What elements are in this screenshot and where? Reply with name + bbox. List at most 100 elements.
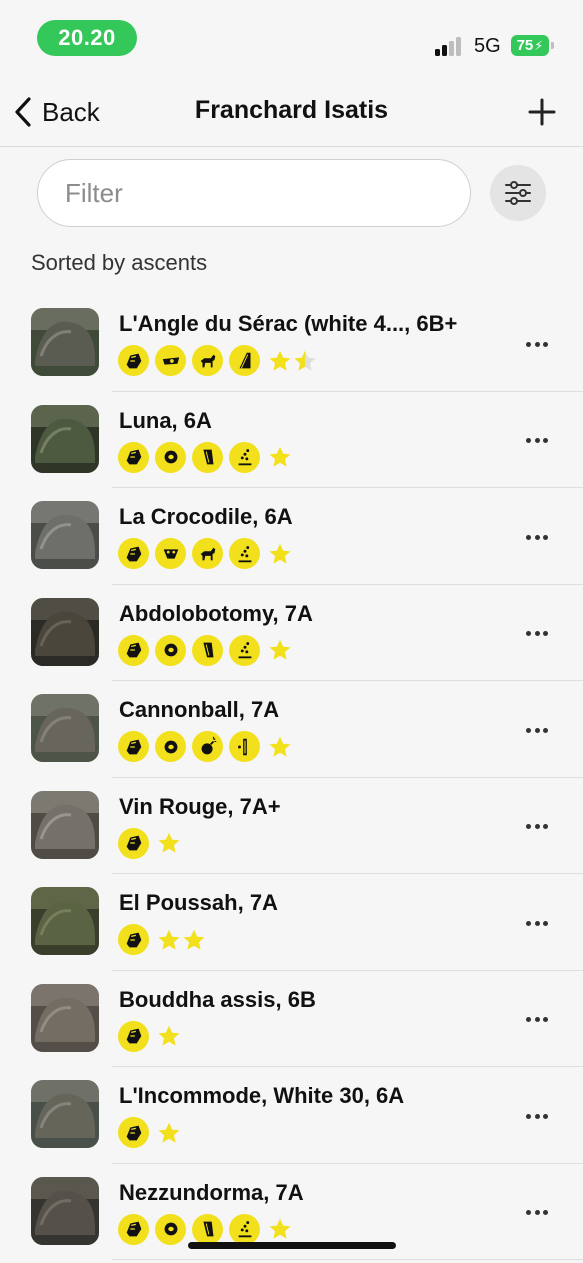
problem-row[interactable]: L'Angle du Sérac (white 4..., 6B+ [0,295,583,392]
problem-title: L'Angle du Sérac (white 4..., 6B+ [119,311,458,336]
wall-icon [192,1213,223,1245]
nav-divider [0,146,583,147]
rock-icon [118,731,149,762]
problem-row[interactable]: Cannonball, 7A [0,681,583,778]
add-button[interactable] [526,96,558,128]
problem-title: Cannonball, 7A [119,697,280,722]
filter-settings-button[interactable] [490,165,546,221]
slab-icon [229,441,260,473]
pocket-icon [155,1213,186,1245]
dog-icon [192,538,223,569]
battery-level: 75 [516,37,534,54]
page-title: Franchard Isatis [194,96,389,124]
star-icon [158,929,180,950]
battery-indicator: 75 ⚡ [511,35,554,56]
pocket-icon [155,731,186,762]
star-icon [183,929,205,950]
rock-icon [118,827,149,859]
problem-thumbnail-image [31,694,99,762]
more-options-icon[interactable] [526,1015,552,1025]
problem-thumbnail [31,1080,99,1148]
star-rating [157,831,181,855]
problem-row[interactable]: L'Incommode, White 30, 6A [0,1067,583,1164]
problem-thumbnail [31,1176,99,1245]
problem-list: L'Angle du Sérac (white 4..., 6B+ Luna, 6… [0,295,583,1260]
more-options-icon[interactable] [526,725,552,735]
problem-thumbnail-image [31,308,99,376]
more-options-icon[interactable] [526,1111,552,1121]
pocket-icon [155,634,186,666]
more-options-icon[interactable] [526,822,552,832]
crack-icon [229,731,260,762]
problem-thumbnail [31,404,99,473]
problem-thumbnail-image [31,983,99,1052]
star-rating [268,1217,292,1241]
rock-icon [118,1117,149,1148]
rock-icon [118,345,149,376]
star-icon [269,736,291,757]
plus-icon [528,98,556,126]
problem-thumbnail-image [31,1176,99,1245]
problem-row[interactable]: Vin Rouge, 7A+ [0,778,583,874]
status-time: 20.20 [37,20,137,56]
problem-badges [118,538,292,569]
star-rating [268,735,292,759]
more-options-icon[interactable] [526,532,552,542]
more-options-icon[interactable] [526,339,552,349]
problem-row[interactable]: Bouddha assis, 6B [0,971,583,1067]
star-icon [269,1218,291,1239]
more-options-icon[interactable] [526,436,552,446]
problem-row[interactable]: La Crocodile, 6A [0,488,583,585]
star-icon [158,1122,180,1143]
problem-title: La Crocodile, 6A [119,504,293,529]
wall-icon [192,634,223,666]
pinch-hold-icon [155,345,186,376]
more-options-icon[interactable] [526,1208,552,1218]
pocket-icon [155,441,186,473]
problem-row[interactable]: Luna, 6A [0,392,583,488]
filter-input[interactable] [37,159,471,227]
problem-title: El Poussah, 7A [119,890,278,915]
star-icon [269,350,291,371]
star-rating [157,1121,181,1145]
problem-thumbnail [31,694,99,762]
problem-thumbnail-image [31,790,99,859]
star-icon [158,832,180,853]
problem-badges [118,1213,292,1245]
problem-thumbnail-image [31,1080,99,1148]
rock-icon [118,1213,149,1245]
status-bar: 20.20 5G 75 ⚡ [0,0,583,70]
star-rating [268,349,317,373]
arete-icon [229,345,260,376]
star-icon [269,639,291,660]
slab-icon [229,1213,260,1245]
problem-title: Abdolobotomy, 7A [119,600,313,626]
star-icon [269,543,291,564]
more-options-icon[interactable] [526,629,552,639]
star-icon [269,446,291,467]
problem-badges [118,441,292,473]
problem-thumbnail [31,983,99,1052]
problem-title: Luna, 6A [119,407,212,433]
problem-badges [118,634,292,666]
star-rating [268,445,292,469]
crocodile-face-icon [155,538,186,569]
rock-icon [118,924,149,955]
cellular-signal-icon [435,36,467,56]
problem-row[interactable]: Abdolobotomy, 7A [0,585,583,681]
bomb-icon [192,731,223,762]
problem-badges [118,1020,181,1052]
problem-badges [118,827,181,859]
star-rating [157,928,206,952]
wall-icon [192,441,223,473]
problem-thumbnail [31,790,99,859]
problem-row[interactable]: El Poussah, 7A [0,874,583,971]
star-rating [268,638,292,662]
more-options-icon[interactable] [526,918,552,928]
row-divider [112,1259,583,1260]
rock-icon [118,1020,149,1052]
charging-bolt-icon: ⚡ [534,37,544,53]
problem-title: L'Incommode, White 30, 6A [119,1083,405,1108]
problem-badges [118,924,206,955]
problem-thumbnail [31,597,99,666]
